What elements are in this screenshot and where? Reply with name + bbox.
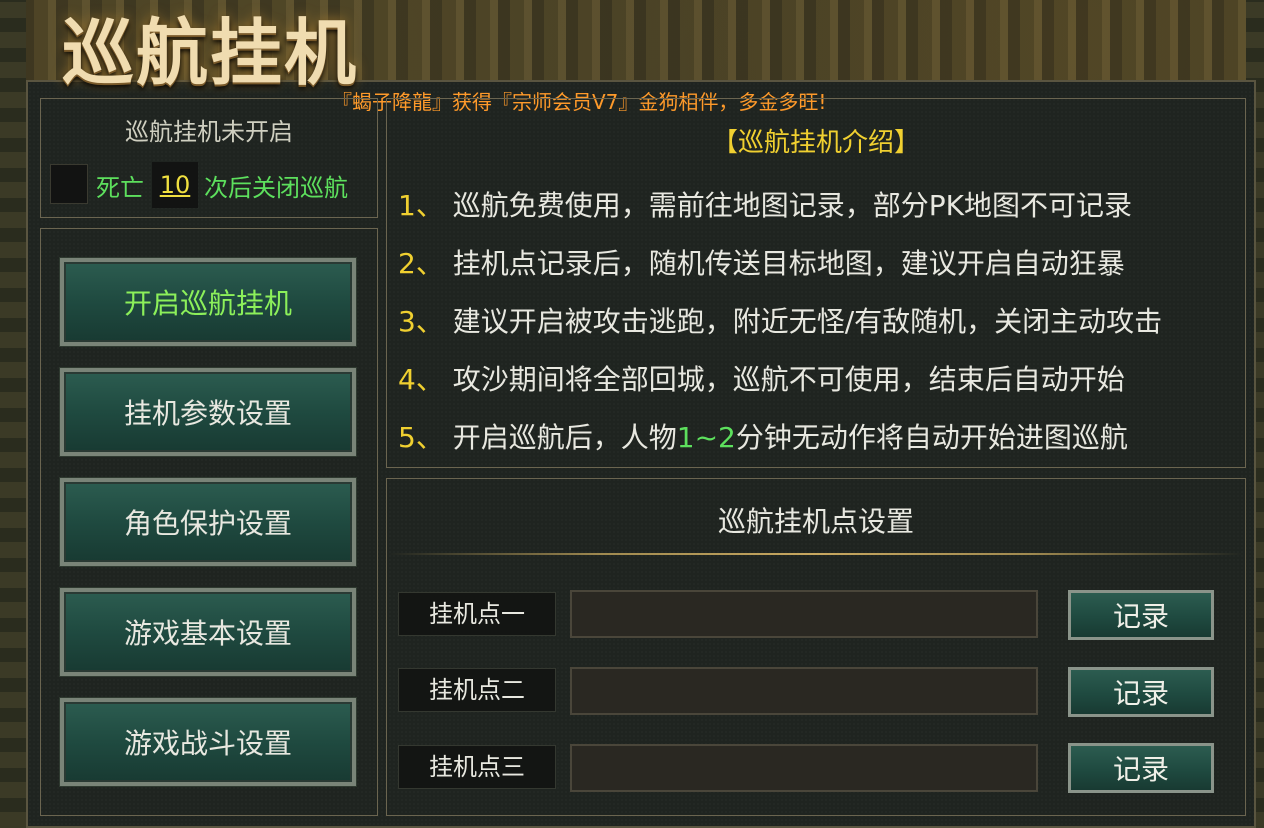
intro-line-number: 2、 [398, 247, 444, 280]
intro-line-text: 分钟无动作将自动开始进图巡航 [735, 421, 1128, 454]
points-title: 巡航挂机点设置 [717, 505, 914, 538]
afk-params-button[interactable]: 挂机参数设置 [60, 368, 356, 456]
point-label-3: 挂机点三 [398, 745, 556, 789]
points-divider [388, 553, 1244, 555]
intro-line-number: 5、 [398, 421, 444, 454]
ornate-left-border [0, 0, 26, 828]
window-title-logo: 巡航挂机 [62, 10, 359, 95]
intro-line-text: 巡航免费使用，需前往地图记录，部分PK地图不可记录 [452, 189, 1132, 222]
point-field-2[interactable] [570, 667, 1038, 715]
point-field-1[interactable] [570, 590, 1038, 638]
cruise-status-title: 巡航挂机未开启 [125, 118, 293, 146]
death-count-input[interactable]: 10 [152, 162, 198, 208]
intro-line-number: 1、 [398, 189, 444, 222]
game-combat-button[interactable]: 游戏战斗设置 [60, 698, 356, 786]
start-cruise-button[interactable]: 开启巡航挂机 [60, 258, 356, 346]
intro-line-text: 挂机点记录后，随机传送目标地图，建议开启自动狂暴 [452, 247, 1125, 280]
death-prefix-label: 死亡 [96, 174, 144, 202]
intro-title: 【巡航挂机介绍】 [711, 128, 920, 158]
death-suffix-label: 次后关闭巡航 [204, 174, 348, 202]
point-label-1: 挂机点一 [398, 592, 556, 636]
intro-line-text: 建议开启被攻击逃跑，附近无怪/有敌随机，关闭主动攻击 [452, 305, 1163, 338]
intro-line: 3、 建议开启被攻击逃跑，附近无怪/有敌随机，关闭主动攻击 [398, 300, 1162, 340]
role-protect-button[interactable]: 角色保护设置 [60, 478, 356, 566]
intro-line-number: 3、 [398, 305, 444, 338]
intro-line-text: 攻沙期间将全部回城，巡航不可使用，结束后自动开始 [452, 363, 1125, 396]
intro-line-text: 开启巡航后，人物 [452, 421, 677, 454]
death-close-checkbox[interactable] [50, 164, 88, 204]
intro-line: 5、 开启巡航后，人物1~2分钟无动作将自动开始进图巡航 [398, 416, 1128, 456]
intro-line: 1、 巡航免费使用，需前往地图记录，部分PK地图不可记录 [398, 184, 1132, 224]
intro-line-number: 4、 [398, 363, 444, 396]
record-button-1[interactable]: 记录 [1068, 590, 1214, 640]
record-button-3[interactable]: 记录 [1068, 743, 1214, 793]
point-label-2: 挂机点二 [398, 668, 556, 712]
record-button-2[interactable]: 记录 [1068, 667, 1214, 717]
intro-line-highlight: 1~2 [676, 421, 736, 454]
intro-line: 2、 挂机点记录后，随机传送目标地图，建议开启自动狂暴 [398, 242, 1125, 282]
game-basic-button[interactable]: 游戏基本设置 [60, 588, 356, 676]
intro-line: 4、 攻沙期间将全部回城，巡航不可使用，结束后自动开始 [398, 358, 1125, 398]
point-field-3[interactable] [570, 744, 1038, 792]
